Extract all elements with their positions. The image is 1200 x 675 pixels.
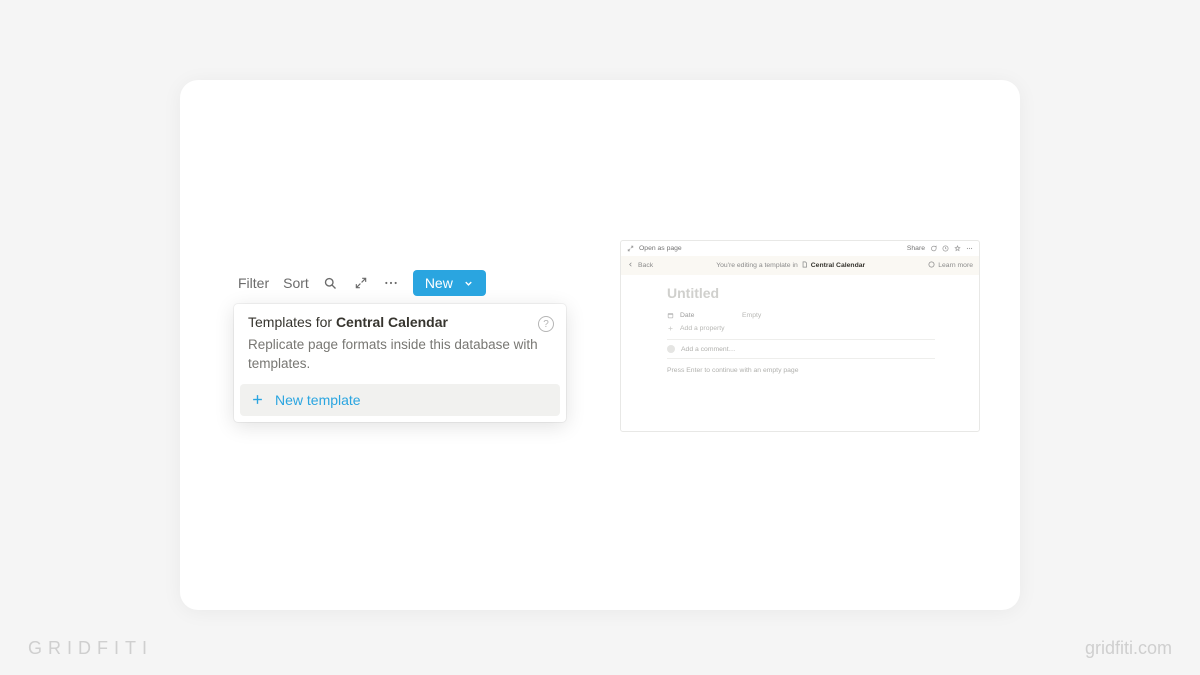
filter-button[interactable]: Filter — [238, 275, 269, 291]
new-button-dropdown[interactable] — [453, 278, 484, 289]
brand-url: gridfiti.com — [1085, 638, 1172, 659]
title-prefix: Templates for — [248, 314, 336, 330]
database-toolbar-area: Filter Sort New Templates for Central — [234, 270, 566, 422]
more-icon[interactable] — [383, 275, 399, 291]
add-comment-row[interactable]: Add a comment… — [667, 339, 935, 359]
comment-placeholder: Add a comment… — [681, 346, 735, 353]
more-menu-icon[interactable] — [966, 245, 973, 252]
info-icon — [928, 261, 935, 270]
expand-icon[interactable] — [353, 275, 369, 291]
share-button[interactable]: Share — [907, 245, 925, 252]
new-button[interactable]: New — [413, 270, 486, 296]
new-button-label: New — [425, 275, 453, 291]
open-as-page-icon — [627, 245, 634, 252]
property-value[interactable]: Empty — [742, 312, 761, 319]
calendar-icon — [667, 312, 674, 319]
banner-db-name[interactable]: Central Calendar — [811, 262, 865, 269]
back-arrow-icon[interactable] — [627, 261, 634, 270]
templates-popup-header: Templates for Central Calendar ? Replica… — [234, 304, 566, 384]
back-button[interactable]: Back — [638, 262, 653, 269]
comments-icon[interactable] — [930, 245, 937, 252]
open-as-page-button[interactable]: Open as page — [639, 245, 682, 252]
property-row-date[interactable]: Date Empty — [667, 309, 935, 322]
page-title[interactable]: Untitled — [667, 285, 935, 301]
banner-prefix: You're editing a template in — [716, 262, 798, 269]
property-name: Date — [680, 312, 736, 319]
clock-icon[interactable] — [942, 245, 949, 252]
new-template-button[interactable]: New template — [240, 384, 560, 416]
plus-icon — [250, 392, 265, 407]
help-icon[interactable]: ? — [538, 316, 554, 332]
template-page-preview: Open as page Share — [620, 240, 980, 432]
templates-popup-description: Replicate page formats inside this datab… — [248, 336, 552, 374]
database-toolbar: Filter Sort New — [234, 270, 566, 296]
plus-icon — [667, 325, 674, 332]
content-card: Filter Sort New Templates for Central — [180, 80, 1020, 610]
learn-more-link[interactable]: Learn more — [938, 262, 973, 269]
templates-popup: Templates for Central Calendar ? Replica… — [234, 304, 566, 422]
new-template-label: New template — [275, 392, 361, 408]
star-icon[interactable] — [954, 245, 961, 252]
brand-logo: GRIDFITI — [28, 638, 153, 659]
page-body: Untitled Date Empty Add a property Add a… — [621, 275, 979, 374]
title-database-name: Central Calendar — [336, 314, 448, 330]
editing-template-banner: Back You're editing a template in Centra… — [621, 256, 979, 275]
templates-popup-title: Templates for Central Calendar — [248, 314, 552, 330]
search-icon[interactable] — [323, 275, 339, 291]
add-property-button[interactable]: Add a property — [667, 322, 935, 335]
sort-button[interactable]: Sort — [283, 275, 309, 291]
add-property-label: Add a property — [680, 325, 725, 332]
preview-topbar: Open as page Share — [621, 241, 979, 256]
empty-page-hint: Press Enter to continue with an empty pa… — [667, 367, 935, 374]
avatar — [667, 345, 675, 353]
page-icon — [801, 261, 808, 270]
